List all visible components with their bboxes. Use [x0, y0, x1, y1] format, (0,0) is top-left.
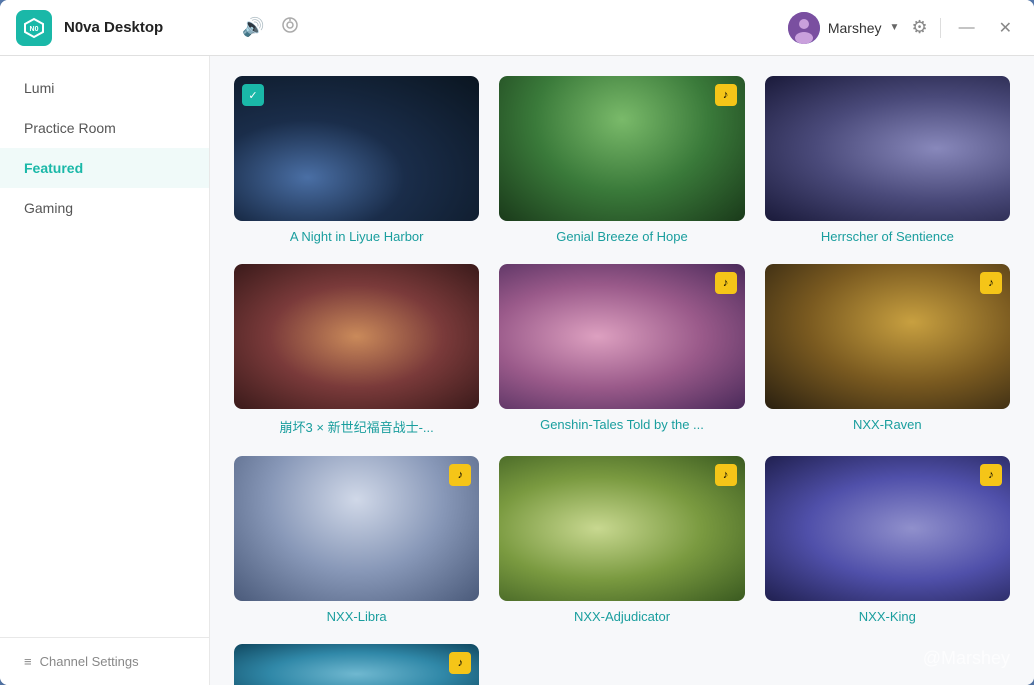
music-badge: ♪ [980, 464, 1002, 486]
settings-icon[interactable]: ⚙ [911, 17, 927, 38]
wallpaper-title: Genial Breeze of Hope [499, 229, 744, 244]
wallpaper-item[interactable]: ✓ A Night in Liyue Harbor [234, 76, 479, 244]
wallpaper-grid: ✓ A Night in Liyue Harbor ♪ Genial Breez… [234, 76, 1010, 685]
volume-icon[interactable]: 🔊 [242, 17, 264, 38]
wallpaper-title: Herrscher of Sentience [765, 229, 1010, 244]
main-layout: Lumi Practice Room Featured Gaming ≡ Cha… [0, 56, 1034, 685]
music-badge: ♪ [449, 464, 471, 486]
wallpaper-title: NXX-Raven [765, 417, 1010, 432]
wallpaper-item[interactable]: ♪ Genial Breeze of Hope [499, 76, 744, 244]
sidebar-item-practice-room[interactable]: Practice Room [0, 108, 209, 148]
check-badge: ✓ [242, 84, 264, 106]
sidebar-nav: Lumi Practice Room Featured Gaming [0, 56, 209, 637]
separator [940, 18, 941, 38]
wallpaper-title: NXX-Libra [234, 609, 479, 624]
svg-text:N0: N0 [30, 26, 39, 33]
chevron-down-icon: ▼ [890, 22, 900, 33]
wallpaper-title: A Night in Liyue Harbor [234, 229, 479, 244]
title-bar-center: 🔊 [226, 15, 788, 40]
wallpaper-item[interactable]: ♪ Genshin-Tales Told by the ... [499, 264, 744, 436]
sidebar-item-label: Gaming [24, 200, 73, 216]
wallpaper-item[interactable]: 崩坏3 × 新世纪福音战士-... [234, 264, 479, 436]
sidebar-item-label: Featured [24, 160, 83, 176]
wallpaper-item[interactable]: ♪ NXX-Adjudicator [499, 456, 744, 624]
sidebar: Lumi Practice Room Featured Gaming ≡ Cha… [0, 56, 210, 685]
cast-icon[interactable] [280, 15, 300, 40]
sidebar-item-gaming[interactable]: Gaming [0, 188, 209, 228]
avatar [788, 12, 820, 44]
sidebar-item-label: Practice Room [24, 120, 116, 136]
username-label: Marshey [828, 20, 882, 36]
wallpaper-item[interactable]: ♪ [234, 644, 479, 685]
wallpaper-item[interactable]: ♪ NXX-Raven [765, 264, 1010, 436]
title-bar-left: N0 N0va Desktop [16, 10, 226, 46]
music-badge: ♪ [715, 84, 737, 106]
close-button[interactable]: ✕ [993, 14, 1018, 42]
music-badge: ♪ [715, 464, 737, 486]
wallpaper-title: NXX-King [765, 609, 1010, 624]
music-badge: ♪ [980, 272, 1002, 294]
user-info[interactable]: Marshey ▼ [788, 12, 900, 44]
wallpaper-item[interactable]: Herrscher of Sentience [765, 76, 1010, 244]
music-badge: ♪ [449, 652, 471, 674]
title-bar: N0 N0va Desktop 🔊 [0, 0, 1034, 56]
wallpaper-item[interactable]: ♪ NXX-Libra [234, 456, 479, 624]
sidebar-item-label: Lumi [24, 80, 54, 96]
title-bar-right: Marshey ▼ ⚙ — ✕ [788, 12, 1018, 44]
minimize-button[interactable]: — [953, 15, 981, 41]
channel-settings-label: Channel Settings [40, 654, 139, 669]
sidebar-item-lumi[interactable]: Lumi [0, 68, 209, 108]
app-window: N0 N0va Desktop 🔊 [0, 0, 1034, 685]
music-badge: ♪ [715, 272, 737, 294]
content-area[interactable]: ✓ A Night in Liyue Harbor ♪ Genial Breez… [210, 56, 1034, 685]
wallpaper-title: NXX-Adjudicator [499, 609, 744, 624]
app-logo: N0 [16, 10, 52, 46]
wallpaper-item[interactable]: ♪ NXX-King [765, 456, 1010, 624]
app-name: N0va Desktop [64, 19, 163, 36]
hamburger-icon: ≡ [24, 654, 32, 669]
sidebar-item-featured[interactable]: Featured [0, 148, 209, 188]
channel-settings-button[interactable]: ≡ Channel Settings [0, 637, 209, 685]
wallpaper-title: 崩坏3 × 新世纪福音战士-... [234, 417, 479, 436]
wallpaper-title: Genshin-Tales Told by the ... [499, 417, 744, 432]
